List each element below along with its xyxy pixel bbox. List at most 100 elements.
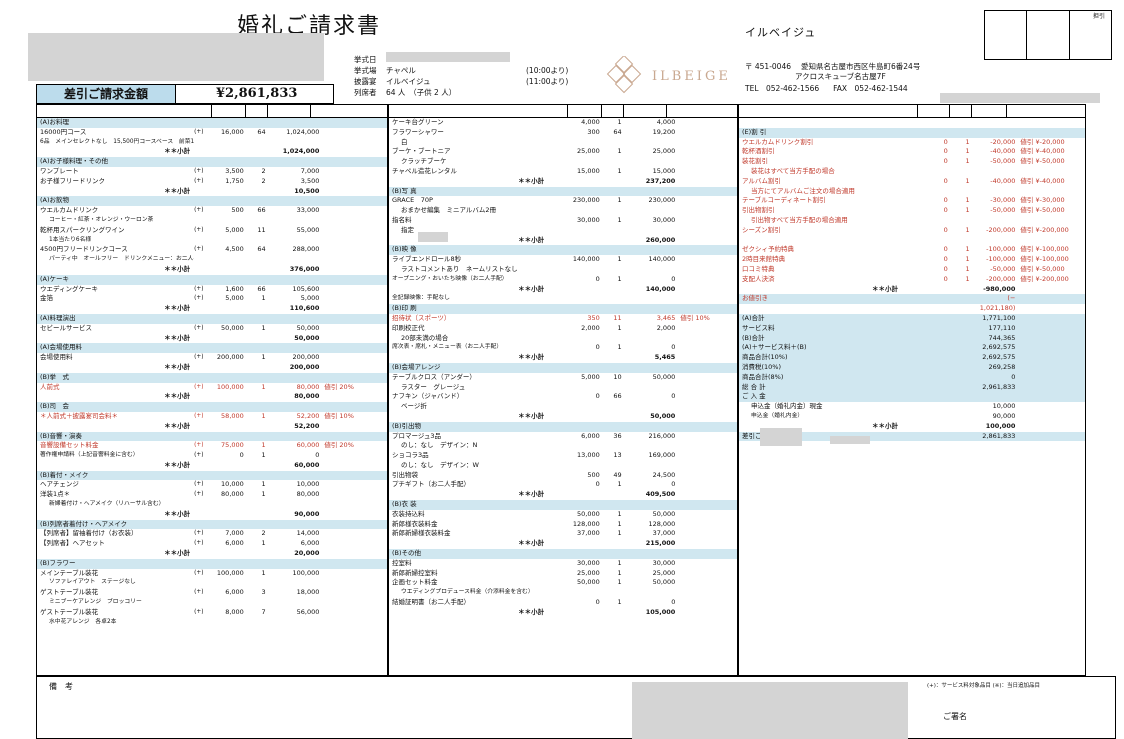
line-item-row: 著作権申請料（上記音響料金に含む） (+) 0 1 0 (37, 451, 387, 461)
amount: 30,000 (652, 215, 676, 224)
amount: 2,861,833 (982, 431, 1016, 440)
unit-price: 2,000 (581, 323, 600, 332)
item-name: チャペル造花レンタル (392, 166, 457, 175)
item-name: メインテーブル装花 (40, 568, 99, 577)
item-name: お子様フリードリンク (40, 176, 105, 185)
amount (624, 500, 678, 510)
tax-flag (548, 490, 568, 500)
tax-flag: (+) (194, 177, 204, 184)
quantity: 11 (257, 225, 266, 234)
note (321, 588, 387, 598)
quantity (246, 432, 268, 442)
item-name: 申込金（婚礼内金）現金 (751, 402, 823, 411)
tax-flag (194, 402, 212, 412)
amount: 216,000 (648, 431, 676, 440)
item-name: テーブルコーディネート割引 (742, 196, 826, 205)
line-item-row: ケーキ台グリーン 4,000 1 4,000 (389, 118, 737, 128)
header-unit (212, 105, 246, 117)
amount: 30,000 (652, 558, 676, 567)
quantity (246, 157, 268, 167)
tax-flag (902, 422, 918, 432)
unit-price (212, 520, 246, 530)
subtotal-row: ＊＊小計 215,000 (389, 539, 737, 549)
unit-price: 0 (595, 392, 600, 401)
item-name: のし：なし デザイン：N (401, 441, 478, 450)
amount: 80,000 (296, 490, 320, 499)
tax-flag (548, 432, 568, 442)
item-name: ＊＊小計 (164, 392, 191, 401)
unit-price: 30,000 (577, 558, 600, 567)
unit-price (918, 334, 950, 344)
quantity: 3 (261, 588, 266, 597)
line-item-row: 乾杯酒割引 0 1 -40,000 値引 ¥-40,000 (739, 147, 1085, 157)
item-name: 水中花アレンジ 各卓2本 (49, 618, 117, 625)
note (677, 608, 737, 618)
unit-price (212, 422, 246, 432)
unit-price: 6,000 (225, 539, 244, 548)
item-name: 新婦着付け・ヘアメイク（リハーサル含む） (49, 501, 165, 508)
line-item-row: 申込金（婚礼内金） 90,000 (739, 412, 1085, 422)
amount (624, 294, 678, 304)
item-name: ベージ折 (401, 402, 427, 411)
subtotal-row: ＊＊小計 -980,000 (739, 285, 1085, 295)
redacted-company-info (940, 93, 1100, 103)
info-label: 挙式日 (354, 55, 377, 64)
unit-price: 25,000 (577, 147, 600, 156)
redacted-name-area (28, 33, 324, 81)
quantity: 1 (617, 147, 622, 156)
amount: 0 (1011, 372, 1016, 381)
quantity (602, 236, 624, 246)
tax-flag (902, 334, 918, 344)
amount (972, 128, 1018, 138)
note (677, 539, 737, 549)
quantity: 1 (965, 245, 970, 254)
tax-flag (548, 314, 568, 324)
quantity (246, 392, 268, 402)
item-name: サービス料 (742, 323, 775, 332)
tax-flag (194, 618, 212, 628)
quantity (602, 608, 624, 618)
note (1017, 353, 1085, 363)
note (677, 461, 737, 471)
note: 値引 10% (324, 411, 354, 420)
line-item-row (739, 118, 1085, 128)
note (321, 304, 387, 314)
tax-flag (902, 383, 918, 393)
quantity: 1 (261, 490, 266, 499)
note (1017, 373, 1085, 383)
amount: 6,000 (300, 539, 320, 548)
line-item-row: 控室料 30,000 1 30,000 (389, 559, 737, 569)
section-header-row: (A)お飲物 (37, 196, 387, 207)
tax-flag (194, 265, 212, 275)
unit-price: 200,000 (216, 353, 244, 362)
unit-price: 3,500 (225, 166, 244, 175)
note (677, 392, 737, 402)
item-name: ＊人前式＋披露宴司会料＊ (40, 411, 118, 420)
item-name: シーズン割引 (742, 225, 781, 234)
item-name: 著作権申請料（上記音響料金に含む） (40, 452, 139, 459)
quantity (950, 285, 972, 295)
line-item-row: 装花はすべて当方手配の場合 (739, 167, 1085, 177)
redacted-date (386, 52, 510, 62)
tax-flag (548, 441, 568, 451)
tax-flag (194, 334, 212, 344)
line-item-row: 【列席者】留袖着付け（お衣装） (+) 7,000 2 14,000 (37, 529, 387, 539)
item-name: 【列席者】留袖着付け（お衣装） (40, 529, 138, 538)
amount: -50,000 (990, 264, 1016, 273)
amount (624, 461, 678, 471)
amount: 105,600 (292, 284, 320, 293)
line-item-row: 水中花アレンジ 各卓2本 (37, 618, 387, 628)
tax-flag (548, 118, 568, 128)
amount: 140,000 (648, 255, 676, 264)
unit-price: 5,000 (225, 294, 244, 303)
quantity (246, 118, 268, 128)
tax-flag: (+) (194, 246, 204, 253)
line-item-row: 新郎様衣装料金 128,000 1 128,000 (389, 520, 737, 530)
note (321, 285, 387, 295)
item-name: 白 (401, 137, 408, 146)
section-header-row: (A)お料理 (37, 118, 387, 128)
item-name: ウエディングプロデュース料金（介添料金を含む） (401, 589, 534, 596)
subtotal-row: ＊＊小計 90,000 (37, 510, 387, 520)
note (321, 618, 387, 628)
item-name: (B)写 真 (392, 186, 417, 195)
